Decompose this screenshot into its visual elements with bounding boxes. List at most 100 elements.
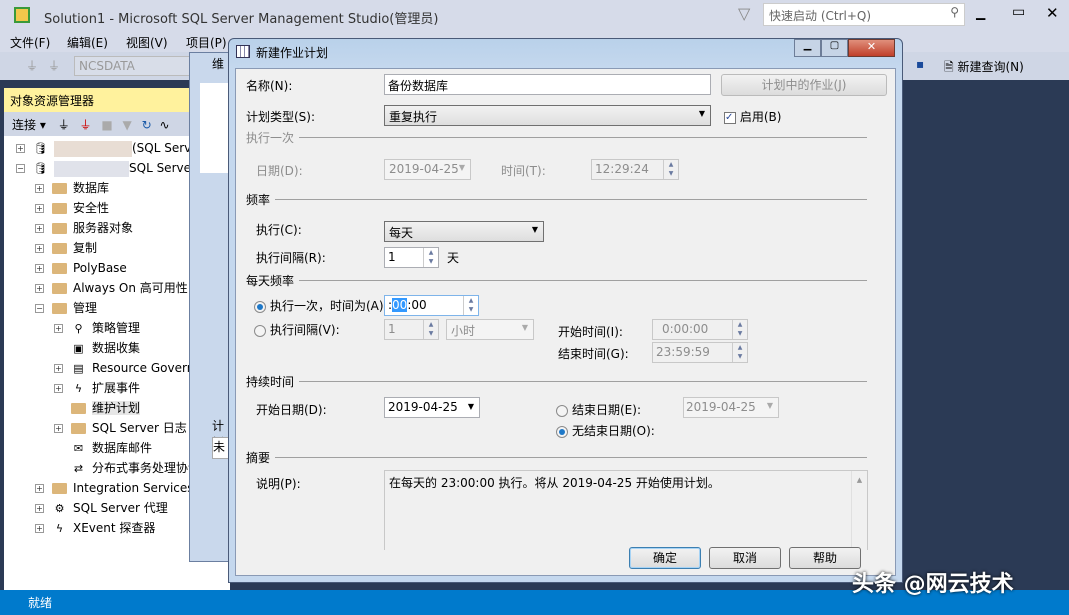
expand-icon[interactable]: + xyxy=(35,224,44,233)
close-button[interactable]: ✕ xyxy=(1046,4,1059,22)
once-group: 执行一次 xyxy=(246,129,867,146)
folder-icon xyxy=(71,423,86,434)
filter-icon[interactable]: ▽ xyxy=(738,4,750,23)
refresh-icon[interactable]: ↻ xyxy=(142,118,152,132)
new-job-schedule-dialog: 新建作业计划 ▁ ▢ ✕ 名称(N): 备份数据库 计划中的作业(J) 计划类型… xyxy=(228,38,903,583)
dialog-minimize-button[interactable]: ▁ xyxy=(794,39,821,57)
dtc-icon: ⇄ xyxy=(73,461,84,475)
expand-icon[interactable]: + xyxy=(35,524,44,533)
dialog-maximize-button[interactable]: ▢ xyxy=(821,39,848,57)
expand-icon[interactable]: + xyxy=(35,204,44,213)
duration-group: 持续时间 xyxy=(246,373,867,390)
calendar-icon xyxy=(236,45,250,58)
expand-icon[interactable]: + xyxy=(54,384,63,393)
ok-button[interactable]: 确定 xyxy=(629,547,701,569)
jobs-in-schedule-button[interactable]: 计划中的作业(J) xyxy=(721,74,887,96)
connect-icon[interactable]: ⏚ xyxy=(26,57,38,74)
folder-icon xyxy=(52,483,67,494)
stop-icon[interactable]: ■ xyxy=(101,118,112,132)
search-icon: ⚲ xyxy=(950,5,959,19)
resource-governor-icon: ▤ xyxy=(73,361,84,375)
menu-project[interactable]: 项目(P) xyxy=(186,34,227,51)
policy-icon: ⚲ xyxy=(74,321,83,335)
maximize-button[interactable]: ▭ xyxy=(1012,4,1025,20)
help-button[interactable]: 帮助 xyxy=(789,547,861,569)
server-icon: 🛢 xyxy=(33,161,48,175)
expand-icon[interactable]: + xyxy=(35,184,44,193)
database-select[interactable]: NCSDATA xyxy=(74,56,194,76)
app-title: Solution1 - Microsoft SQL Server Managem… xyxy=(44,12,439,27)
extended-events-icon: ϟ xyxy=(74,381,83,395)
quick-launch-input[interactable]: 快速启动 (Ctrl+Q) ⚲ xyxy=(763,3,965,26)
sql-agent-icon: ⚙ xyxy=(54,501,65,515)
schedule-type-select[interactable]: 重复执行 xyxy=(384,105,711,126)
end-date-picker[interactable]: 2019-04-25 xyxy=(683,397,779,418)
folder-icon xyxy=(52,303,67,314)
dialog-body: 名称(N): 备份数据库 计划中的作业(J) 计划类型(S): 重复执行 ✓ 启… xyxy=(235,68,896,576)
no-end-date-radio[interactable]: 无结束日期(O): xyxy=(556,422,655,439)
activity-icon[interactable]: ∿ xyxy=(160,118,170,132)
daily-frequency-group: 每天频率 xyxy=(246,272,867,289)
app-title-bar: Solution1 - Microsoft SQL Server Managem… xyxy=(0,0,1069,32)
watermark: 头条 @网云技术 xyxy=(852,572,1014,597)
occurs-every-radio[interactable]: 执行间隔(V): xyxy=(254,321,340,338)
occurs-select[interactable]: 每天 xyxy=(384,221,544,242)
expand-icon[interactable]: + xyxy=(35,264,44,273)
ssms-logo-icon xyxy=(14,7,30,23)
summary-group: 摘要 xyxy=(246,449,867,466)
dialog-title: 新建作业计划 xyxy=(256,46,329,60)
interval-unit-select[interactable]: 小时 xyxy=(446,319,534,340)
once-time-input[interactable]: 12:29:24 ▲ ▼ xyxy=(591,159,679,180)
folder-icon xyxy=(52,283,67,294)
folder-icon xyxy=(52,203,67,214)
folder-icon xyxy=(52,183,67,194)
connect-dropdown[interactable]: 连接 ▾ xyxy=(12,118,46,132)
connect-icon[interactable]: ⏚ xyxy=(58,118,70,132)
folder-icon xyxy=(52,223,67,234)
menu-file[interactable]: 文件(F) xyxy=(10,34,50,51)
description-textarea[interactable]: 在每天的 23:00:00 执行。将从 2019-04-25 开始使用计划。 ▲ xyxy=(384,470,868,551)
cancel-button[interactable]: 取消 xyxy=(709,547,781,569)
frequency-group: 频率 xyxy=(246,191,867,208)
expand-icon[interactable]: + xyxy=(35,484,44,493)
database-mail-icon: ✉ xyxy=(73,441,84,455)
occurs-once-radio[interactable]: 执行一次，时间为(A): xyxy=(254,297,388,314)
scrollbar[interactable]: ▲ xyxy=(851,471,867,551)
end-time-input[interactable]: 23:59:59 ▲ ▼ xyxy=(652,342,748,363)
interval-input[interactable]: 1 ▲ ▼ xyxy=(384,319,439,340)
server-icon: 🛢 xyxy=(33,141,48,155)
expand-icon[interactable]: + xyxy=(54,364,63,373)
recurs-every-input[interactable]: 1 ▲ ▼ xyxy=(384,247,439,268)
new-query-button[interactable]: 🗎 新建查询(N) xyxy=(944,58,1024,79)
expand-icon[interactable]: + xyxy=(35,244,44,253)
filter-icon[interactable]: ▼ xyxy=(123,118,132,132)
dialog-close-button[interactable]: ✕ xyxy=(848,39,895,57)
tree-server-2[interactable]: − 🛢 SQL Server xyxy=(16,158,196,178)
folder-icon xyxy=(52,263,67,274)
tree-server-1[interactable]: + 🛢 (SQL Server xyxy=(16,138,204,158)
expand-icon[interactable]: + xyxy=(54,424,63,433)
end-date-radio[interactable]: 结束日期(E): xyxy=(556,401,641,418)
expand-icon[interactable]: + xyxy=(54,324,63,333)
disconnect-icon[interactable]: ⏚ xyxy=(80,118,92,132)
checkbox-checked-icon: ✓ xyxy=(724,111,736,124)
xevent-icon: ϟ xyxy=(55,521,64,535)
name-input[interactable]: 备份数据库 xyxy=(384,74,711,95)
expand-icon[interactable]: + xyxy=(35,504,44,513)
minimize-button[interactable]: ▁ xyxy=(976,6,985,20)
menu-view[interactable]: 视图(V) xyxy=(126,34,168,51)
start-time-input[interactable]: 0:00:00 ▲ ▼ xyxy=(652,319,748,340)
disconnect-icon[interactable]: ⏚ xyxy=(48,57,60,74)
expand-icon[interactable]: − xyxy=(35,304,44,313)
expand-icon[interactable]: + xyxy=(35,284,44,293)
menu-edit[interactable]: 编辑(E) xyxy=(67,34,108,51)
data-collection-icon: ▣ xyxy=(73,341,84,355)
start-date-picker[interactable]: 2019-04-25 ▼ xyxy=(384,397,480,418)
occurs-once-time-input[interactable]: :00:00 ▲ ▼ xyxy=(384,295,479,316)
once-date-select[interactable]: 2019-04-25 xyxy=(384,159,471,180)
new-query-icon: 🗎 xyxy=(944,60,954,74)
folder-icon xyxy=(71,403,86,414)
enabled-checkbox[interactable]: ✓ 启用(B) xyxy=(724,108,781,125)
folder-icon xyxy=(52,243,67,254)
save-all-icon[interactable]: ▪ xyxy=(916,57,924,71)
